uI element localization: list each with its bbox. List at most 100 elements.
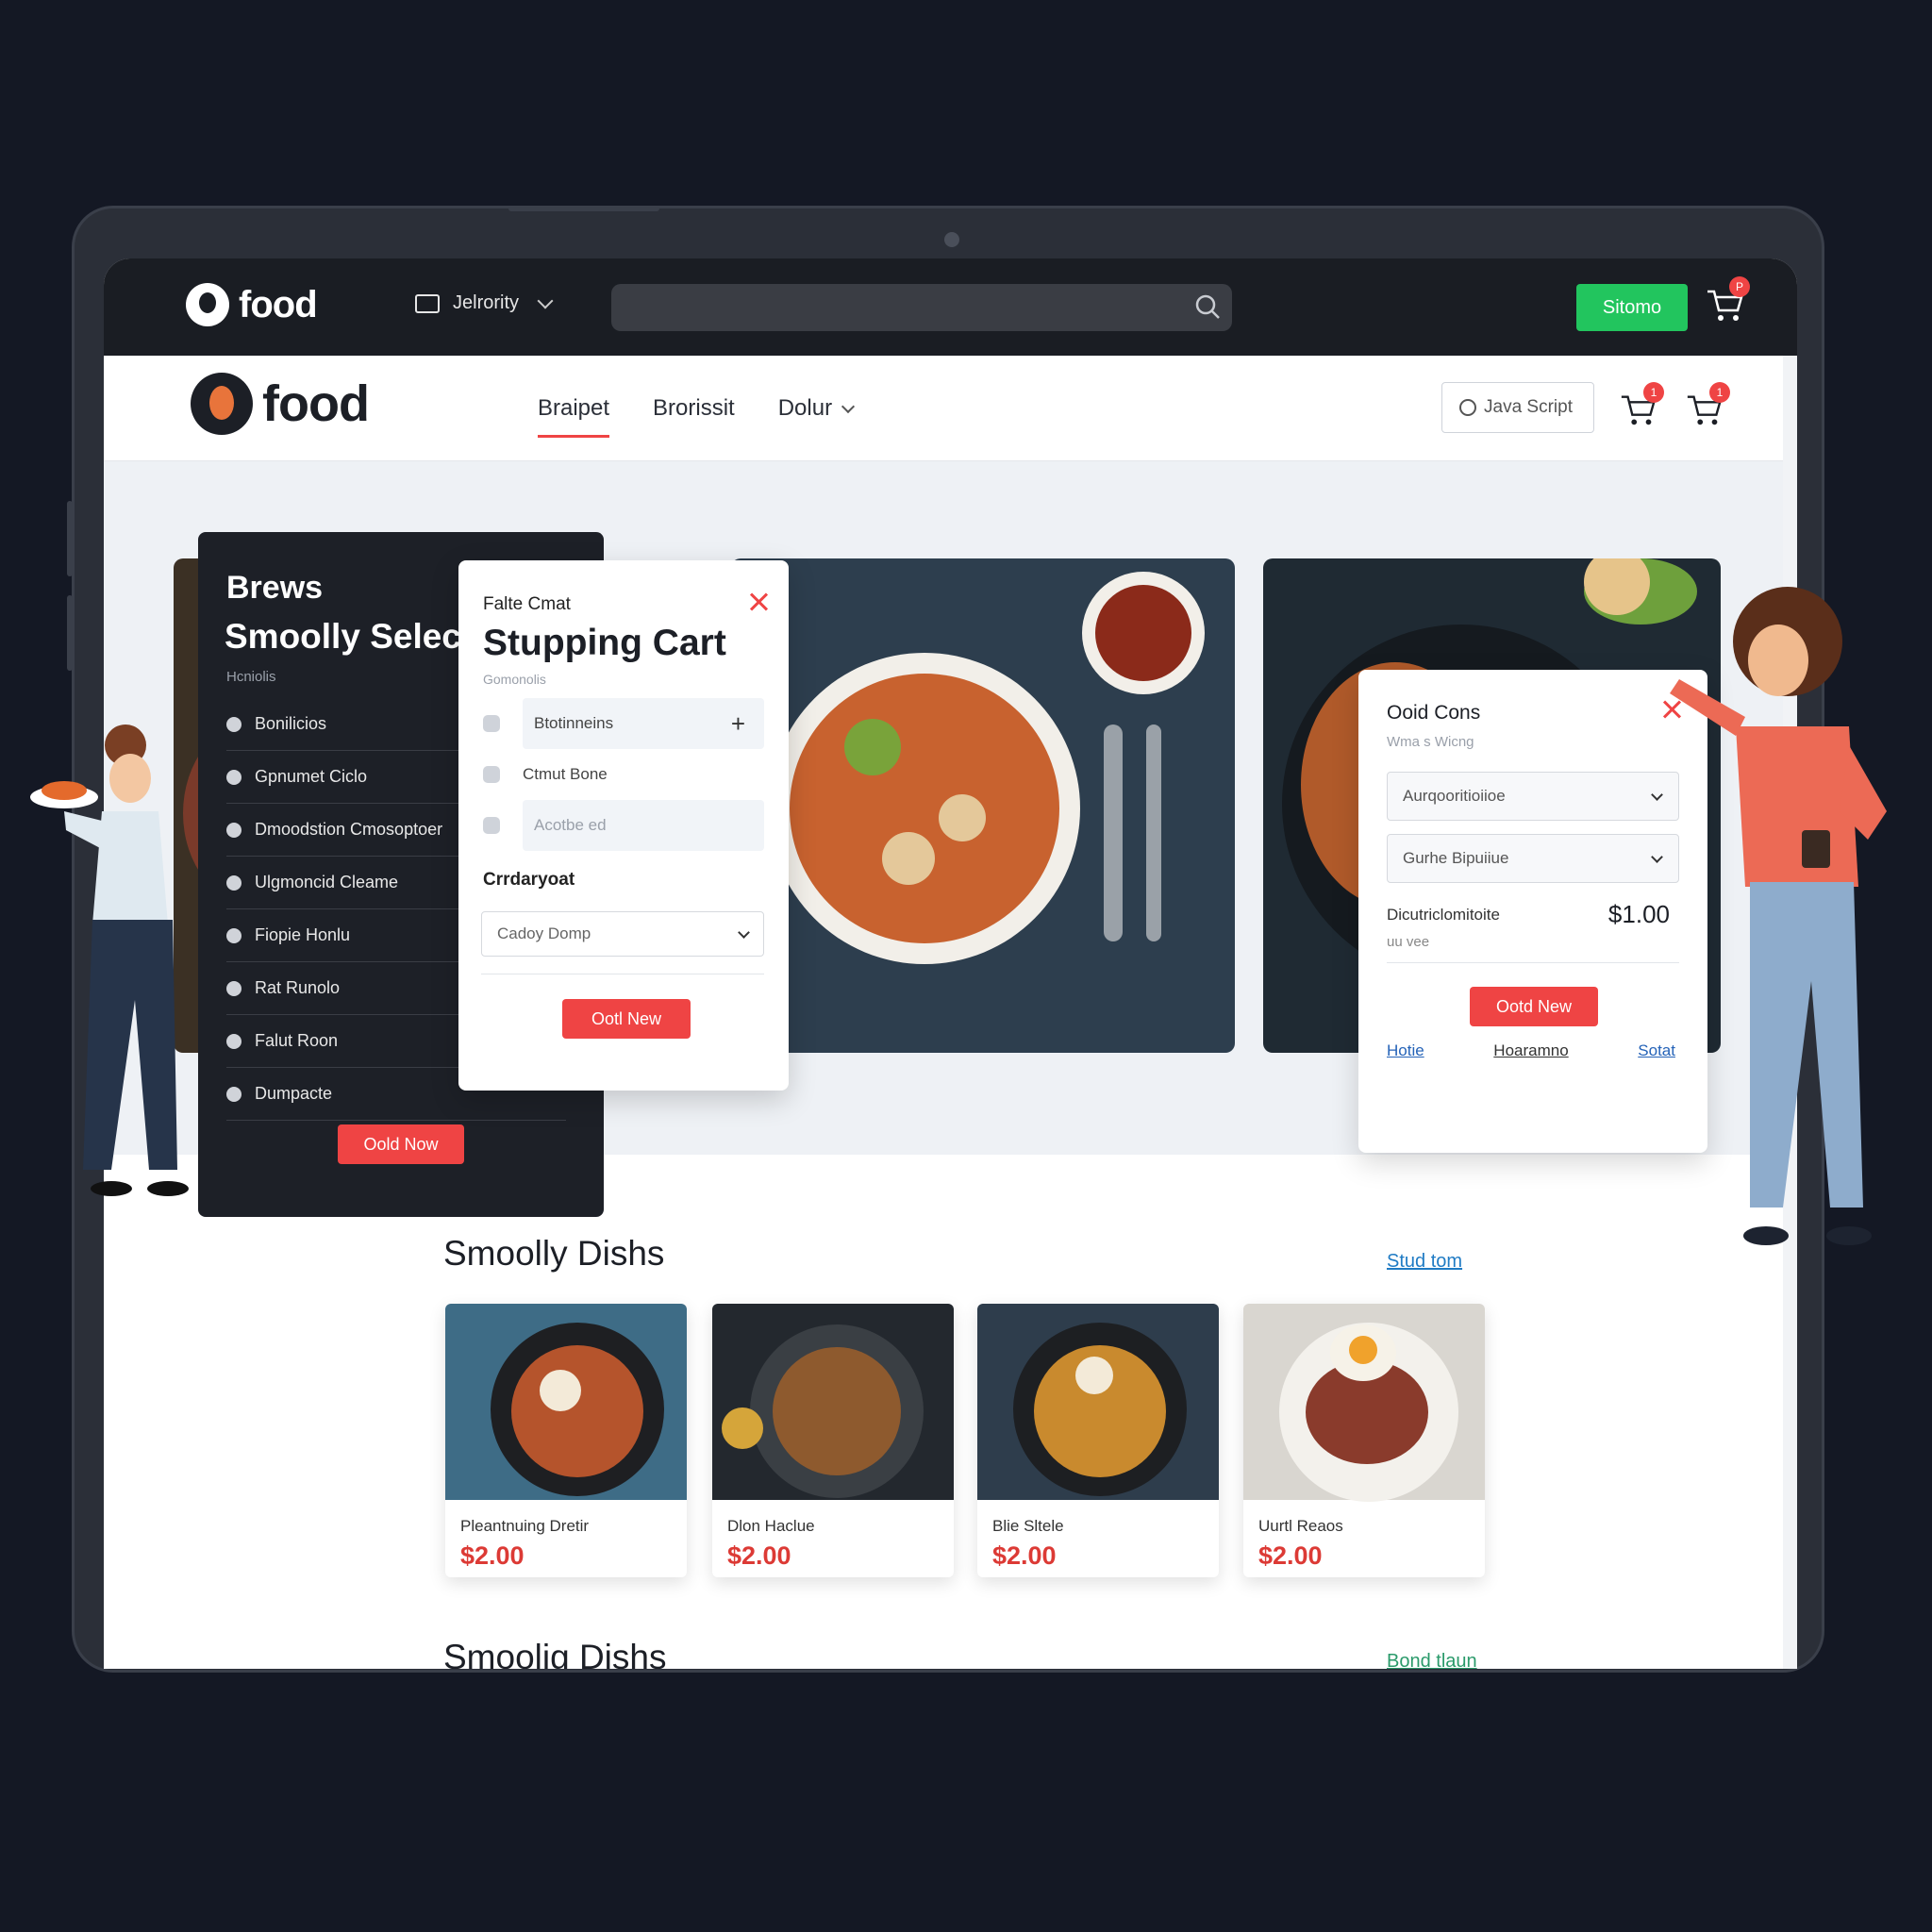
bullet-icon	[226, 822, 242, 838]
bullet-icon	[226, 769, 242, 785]
close-icon[interactable]	[747, 591, 770, 613]
cart-order-button[interactable]: Ootl New	[562, 999, 691, 1039]
logo-icon	[186, 283, 229, 326]
chevron-down-icon	[537, 292, 554, 308]
dish-card[interactable]: Pleantnuing Dretir $2.00	[445, 1304, 687, 1577]
top-cta-button[interactable]: Sitomo	[1576, 284, 1688, 331]
chevron-down-icon	[738, 925, 750, 939]
dish-name: Pleantnuing Dretir	[460, 1517, 590, 1535]
cart-select-value: Cadoy Domp	[497, 924, 591, 942]
screen: food Jelrority Sitomo P food Braipet Bro…	[104, 258, 1797, 1669]
price-row: Dicutriclomitoite $1.00	[1387, 900, 1670, 929]
volume-button	[67, 595, 73, 671]
cart-item-row[interactable]: Acotbe ed	[483, 800, 764, 851]
brews-subtitle: Hcniolis	[226, 669, 276, 685]
brand-logo-text: food	[262, 375, 370, 432]
cart-item-label: Ctmut Bone	[523, 765, 608, 783]
dish-card[interactable]: Dlon Haclue $2.00	[712, 1304, 954, 1577]
dish-name: Uurtl Reaos	[1258, 1517, 1343, 1535]
brand-logo[interactable]: food	[191, 373, 370, 435]
bullet-icon	[226, 1033, 242, 1049]
nav-link-braipet[interactable]: Braipet	[538, 395, 610, 438]
top-cart-button[interactable]: P	[1705, 276, 1750, 325]
dish-card[interactable]: Blie Sltele $2.00	[977, 1304, 1219, 1577]
dish-name: Dlon Haclue	[727, 1517, 815, 1535]
list-item-label: Falut Roon	[255, 1031, 339, 1050]
cart-badge: 1	[1709, 382, 1730, 403]
list-item-label: Fiopie Honlu	[255, 925, 351, 944]
price-label: Dicutriclomitoite	[1387, 906, 1500, 924]
order-subtitle: Wma s Wicng	[1387, 734, 1474, 750]
dish-image	[445, 1304, 687, 1500]
logo-text: food	[239, 283, 318, 325]
second-section-link[interactable]: Bond tlaun	[1387, 1651, 1477, 1669]
cart-item-label: Btotinneins	[534, 714, 614, 732]
dishes-section-title: Smoolly Dishs	[443, 1234, 665, 1273]
cart-caption: Gomonolis	[483, 672, 546, 687]
hero-food-photo[interactable]	[731, 558, 1235, 1053]
link-home[interactable]: Hotie	[1387, 1041, 1424, 1060]
order-now-button[interactable]: Oold Now	[338, 1124, 464, 1164]
nav-link-brorissit[interactable]: Brorissit	[653, 395, 735, 438]
see-all-link[interactable]: Stud tom	[1387, 1251, 1462, 1273]
shopping-cart-modal: Falte Cmat Stupping Cart Gomonolis Btoti…	[458, 560, 789, 1091]
illustration-woman-left	[30, 724, 189, 1196]
logo[interactable]: food	[186, 283, 318, 326]
camera-icon	[944, 232, 959, 247]
item-icon	[483, 766, 500, 783]
cart-item-row[interactable]: Ctmut Bone	[483, 749, 764, 800]
dish-card[interactable]: Uurtl Reaos $2.00	[1243, 1304, 1485, 1577]
order-select-2[interactable]: Gurhe Bipuiiue	[1387, 834, 1679, 883]
dish-price: $2.00	[727, 1541, 791, 1570]
item-icon	[483, 817, 500, 834]
dish-image	[977, 1304, 1219, 1500]
illustration-woman-right	[1670, 587, 1887, 1245]
main-nav: food Braipet Brorissit Dolur Java Script…	[104, 356, 1783, 461]
dish-price: $2.00	[992, 1541, 1057, 1570]
price-subtext: uu vee	[1387, 934, 1430, 950]
list-item-label: Ulgmoncid Cleame	[255, 873, 399, 891]
second-section-title: Smoolig Dishs	[443, 1638, 667, 1669]
order-card: Ooid Cons Wma s Wicng Aurqooritioiioe Gu…	[1358, 670, 1707, 1153]
brews-heading: Smoolly Select	[225, 617, 474, 656]
search-icon[interactable]	[1194, 293, 1221, 320]
top-search-input[interactable]	[611, 284, 1232, 331]
brand-logo-icon	[191, 373, 253, 435]
cart-item-row[interactable]: Btotinneins +	[483, 698, 764, 749]
dish-image	[1243, 1304, 1485, 1502]
item-icon	[483, 715, 500, 732]
dish-price: $2.00	[460, 1541, 525, 1570]
dish-image	[712, 1304, 954, 1500]
nav-cart-button-2[interactable]: 1	[1685, 382, 1730, 429]
order-select-1[interactable]: Aurqooritioiioe	[1387, 772, 1679, 821]
cart-badge: 1	[1643, 382, 1664, 403]
link-middle[interactable]: Hoaramno	[1493, 1041, 1568, 1060]
location-label: Jelrority	[453, 292, 520, 313]
order-card-button[interactable]: Ootd New	[1470, 987, 1598, 1026]
plus-icon[interactable]: +	[731, 709, 745, 739]
cart-title: Stupping Cart	[483, 623, 726, 663]
order-links: Hotie Hoaramno Sotat	[1387, 1041, 1675, 1060]
nav-search-input[interactable]: Java Script	[1441, 382, 1594, 433]
nav-search-placeholder: Java Script	[1484, 397, 1573, 417]
dish-price: $2.00	[1258, 1541, 1323, 1570]
order-title: Ooid Cons	[1387, 702, 1481, 724]
cart-select[interactable]: Cadoy Domp	[481, 911, 764, 957]
bullet-icon	[226, 927, 242, 943]
order-select-2-value: Gurhe Bipuiiue	[1403, 849, 1509, 867]
divider	[1387, 962, 1679, 963]
bullet-icon	[226, 874, 242, 891]
cart-item-input[interactable]: Acotbe ed	[534, 816, 607, 835]
location-selector[interactable]: Jelrority	[415, 292, 554, 314]
search-icon	[1459, 399, 1476, 416]
volume-button	[67, 501, 73, 576]
nav-link-dolur-dropdown[interactable]: Dolur	[778, 395, 853, 438]
cart-section-label: Crrdaryoat	[483, 870, 575, 890]
frame-notch	[508, 206, 659, 211]
nav-cart-button[interactable]: 1	[1619, 382, 1664, 429]
store-icon	[415, 293, 440, 313]
bullet-icon	[226, 716, 242, 732]
cart-eyebrow: Falte Cmat	[483, 594, 571, 614]
dish-name: Blie Sltele	[992, 1517, 1064, 1535]
list-item-label: Dumpacte	[255, 1084, 333, 1103]
